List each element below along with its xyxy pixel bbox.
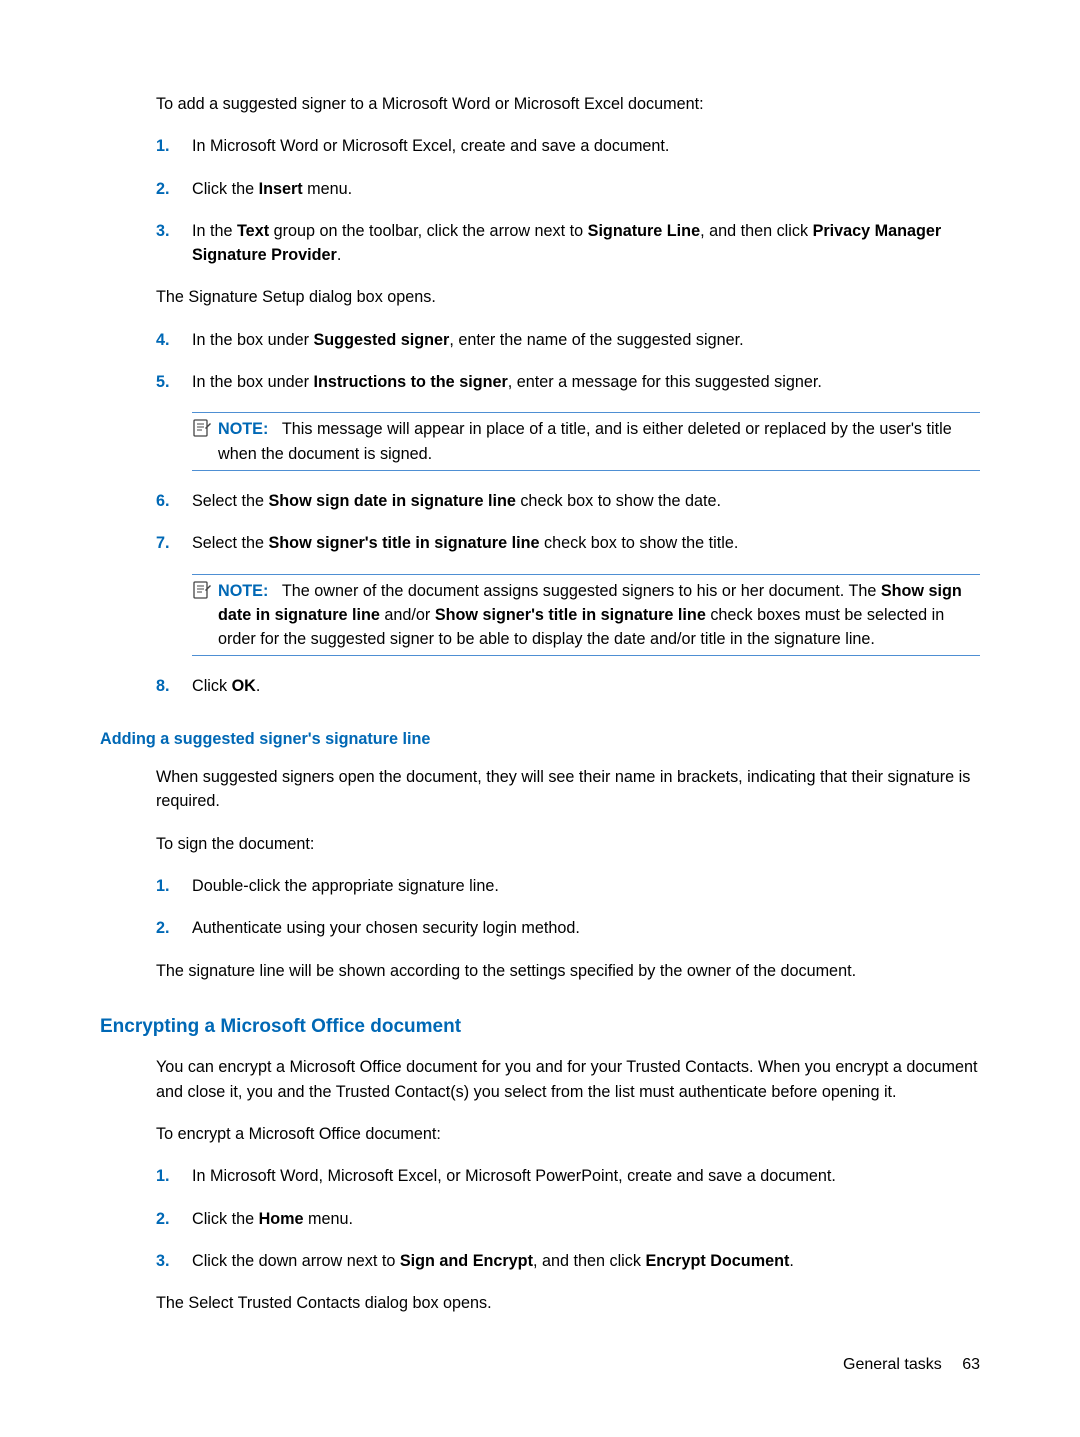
step-number: 5. [156, 370, 192, 394]
body-content: To add a suggested signer to a Microsoft… [156, 92, 980, 699]
steps-list-b: 1. Double-click the appropriate signatur… [156, 874, 980, 941]
intro-paragraph: To add a suggested signer to a Microsoft… [156, 92, 980, 116]
note-icon [192, 417, 218, 438]
steps-list-a-cont: 4. In the box under Suggested signer, en… [156, 328, 980, 395]
footer-section: General tasks [843, 1356, 942, 1373]
note-text: This message will appear in place of a t… [218, 420, 952, 462]
paragraph: You can encrypt a Microsoft Office docum… [156, 1055, 980, 1104]
steps-list-a: 1. In Microsoft Word or Microsoft Excel,… [156, 134, 980, 267]
sub-paragraph: The signature line will be shown accordi… [156, 959, 980, 983]
step-number: 1. [156, 134, 192, 158]
paragraph: To sign the document: [156, 832, 980, 856]
note-box: NOTE: The owner of the document assigns … [192, 574, 980, 657]
step-text: Click the down arrow next to Sign and En… [192, 1249, 980, 1273]
step-number: 3. [156, 219, 192, 243]
steps-list-c: 1. In Microsoft Word, Microsoft Excel, o… [156, 1164, 980, 1273]
steps-list-a-cont3: 8. Click OK. [156, 674, 980, 698]
step-number: 1. [156, 1164, 192, 1188]
sub-paragraph: The Signature Setup dialog box opens. [156, 285, 980, 309]
step-number: 7. [156, 531, 192, 555]
step-text: Click the Home menu. [192, 1207, 980, 1231]
note-box: NOTE: This message will appear in place … [192, 412, 980, 471]
step-number: 8. [156, 674, 192, 698]
step-text: In the box under Suggested signer, enter… [192, 328, 980, 352]
step-number: 4. [156, 328, 192, 352]
step-text: Authenticate using your chosen security … [192, 916, 980, 940]
note-body: NOTE: The owner of the document assigns … [218, 579, 980, 652]
step-text: In the box under Instructions to the sig… [192, 370, 980, 394]
sub-paragraph: The Select Trusted Contacts dialog box o… [156, 1291, 980, 1315]
section-c-body: You can encrypt a Microsoft Office docum… [156, 1055, 980, 1315]
step-text: Click OK. [192, 674, 980, 698]
note-label: NOTE: [218, 420, 268, 438]
step-number: 3. [156, 1249, 192, 1273]
step-number: 2. [156, 916, 192, 940]
step-number: 2. [156, 1207, 192, 1231]
step-text: In the Text group on the toolbar, click … [192, 219, 980, 268]
note-text: The owner of the document assigns sugges… [218, 582, 962, 649]
page-footer: General tasks 63 [843, 1353, 980, 1377]
note-label: NOTE: [218, 582, 268, 600]
note-body: NOTE: This message will appear in place … [218, 417, 980, 466]
step-text: Click the Insert menu. [192, 177, 980, 201]
step-text: In Microsoft Word or Microsoft Excel, cr… [192, 134, 980, 158]
step-number: 1. [156, 874, 192, 898]
footer-page-number: 63 [962, 1356, 980, 1373]
steps-list-a-cont2: 6. Select the Show sign date in signatur… [156, 489, 980, 556]
step-text: Double-click the appropriate signature l… [192, 874, 980, 898]
step-text: Select the Show sign date in signature l… [192, 489, 980, 513]
subsection-heading: Adding a suggested signer's signature li… [100, 727, 980, 751]
step-number: 6. [156, 489, 192, 513]
step-number: 2. [156, 177, 192, 201]
step-text: Select the Show signer's title in signat… [192, 531, 980, 555]
step-text: In Microsoft Word, Microsoft Excel, or M… [192, 1164, 980, 1188]
paragraph: When suggested signers open the document… [156, 765, 980, 814]
section-b-body: When suggested signers open the document… [156, 765, 980, 983]
note-icon [192, 579, 218, 600]
section-heading: Encrypting a Microsoft Office document [100, 1013, 980, 1042]
paragraph: To encrypt a Microsoft Office document: [156, 1122, 980, 1146]
page: To add a suggested signer to a Microsoft… [0, 0, 1080, 1437]
